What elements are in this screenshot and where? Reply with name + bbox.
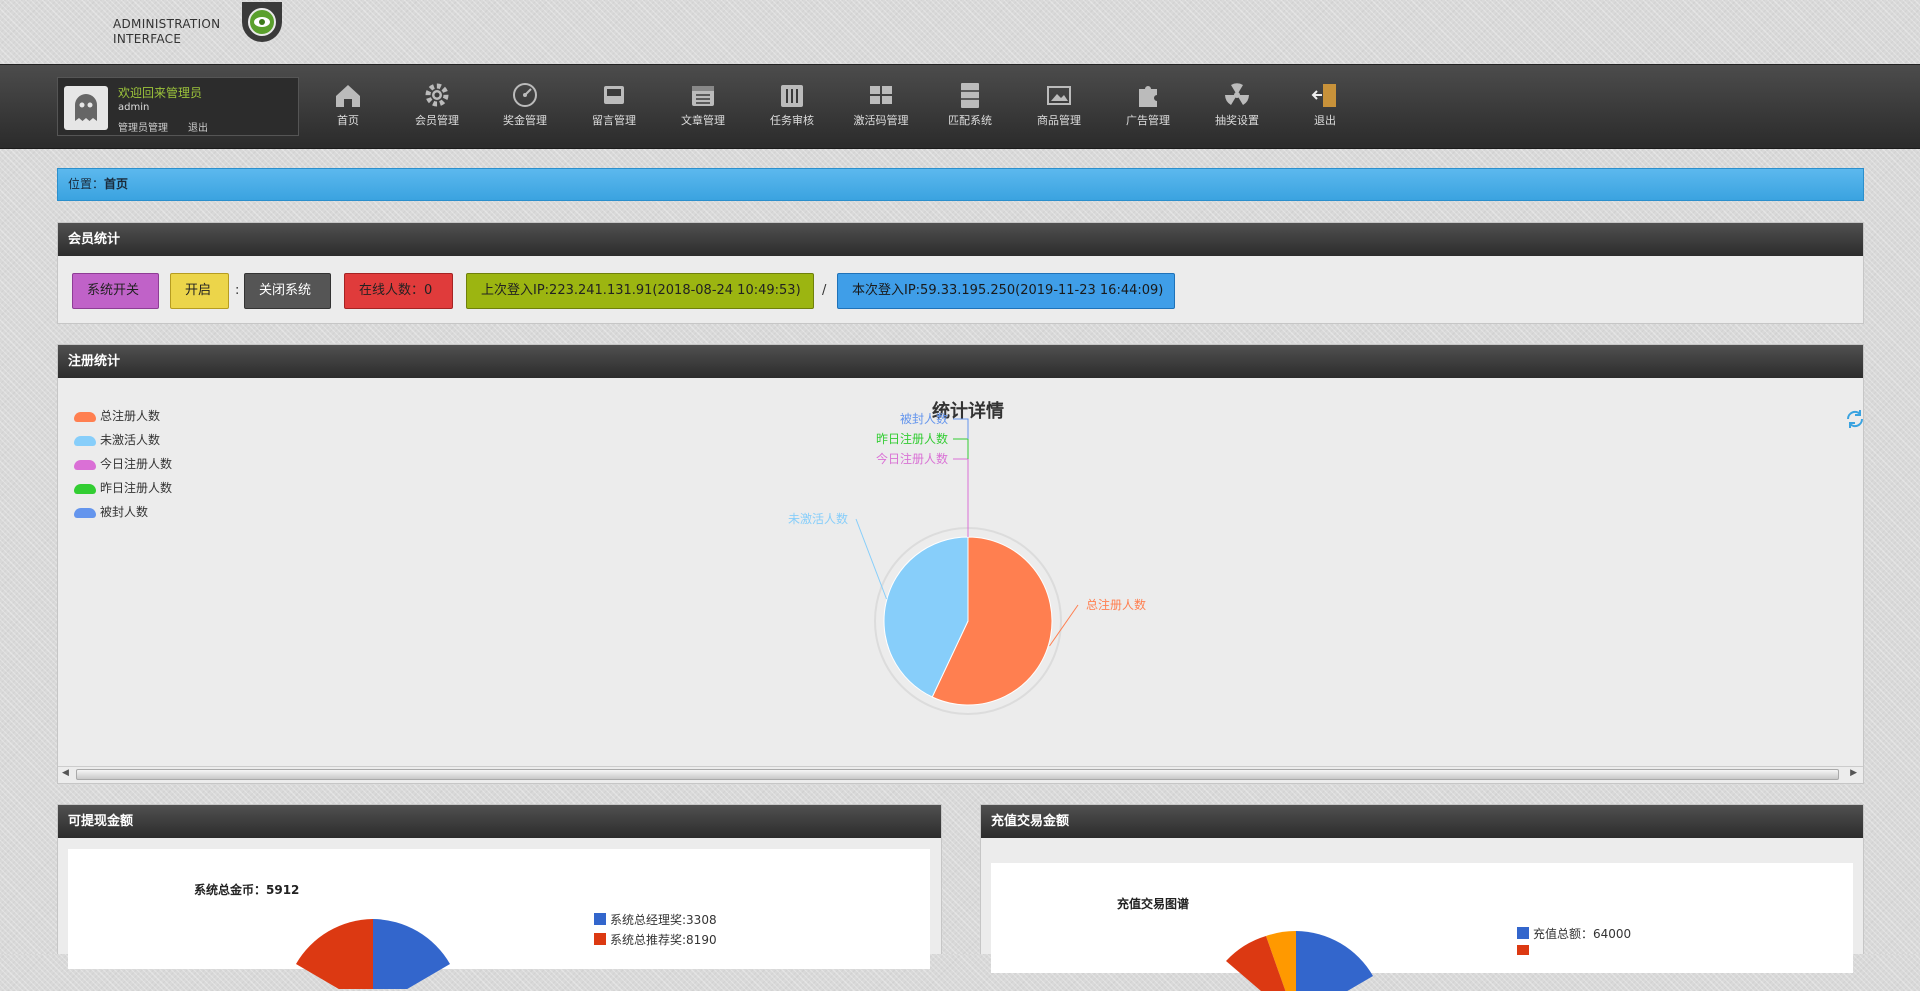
slice-label-0: 总注册人数 — [1086, 597, 1146, 612]
nav-item-2[interactable]: 奖金管理 — [481, 81, 569, 128]
last-login-badge: 上次登入IP:223.241.131.91(2018-08-24 10:49:5… — [466, 273, 814, 309]
brand-text: ADMINISTRATION INTERFACE — [113, 17, 220, 47]
grid-icon — [870, 86, 892, 104]
chart-title: 充值交易图谱 — [1117, 897, 1190, 911]
brand-line-1: ADMINISTRATION — [113, 17, 221, 31]
nav-item-label: 广告管理 — [1126, 114, 1170, 127]
username: admin — [118, 102, 150, 113]
gauge-icon — [513, 83, 537, 107]
nav-item-7[interactable]: 匹配系统 — [926, 81, 1014, 128]
online-count-badge: 在线人数：0 — [344, 273, 453, 309]
withdrawable-panel: 可提现金额 系统总金币：5912 系统总经理奖:3308 系统总推荐奖:8190 — [57, 804, 942, 989]
inbox-icon — [604, 86, 624, 104]
slash-separator: / — [822, 283, 827, 298]
nav-item-10[interactable]: 抽奖设置 — [1193, 81, 1281, 128]
nav-item-3[interactable]: 留言管理 — [570, 81, 658, 128]
nav-item-label: 会员管理 — [415, 114, 459, 127]
slice-label-4: 被封人数 — [900, 411, 948, 426]
nav-item-8[interactable]: 商品管理 — [1015, 81, 1103, 128]
legend-referral-award: 系统总推荐奖:8190 — [594, 931, 717, 948]
registration-stats-panel: 注册统计 总注册人数 未激活人数 今日注册人数 昨日注册人数 被封人数 统计详情 总注册人… — [57, 344, 1864, 784]
slice-label-3: 昨日注册人数 — [876, 431, 948, 446]
nav-item-label: 激活码管理 — [853, 114, 909, 127]
scroll-left-icon[interactable]: ◀ — [62, 768, 69, 778]
colon-separator: : — [235, 283, 240, 298]
nav-item-6[interactable]: 激活码管理 — [837, 81, 925, 128]
puzzle-icon — [1139, 86, 1157, 107]
nav-item-label: 文章管理 — [681, 114, 725, 127]
eye-logo-icon[interactable] — [242, 2, 282, 42]
exit-door-icon — [1311, 84, 1336, 107]
logout-link[interactable]: 退出 — [188, 119, 208, 134]
this-login-badge: 本次登入IP:59.33.195.250(2019-11-23 16:44:09… — [837, 273, 1175, 309]
gear-icon — [425, 83, 449, 107]
refresh-icon[interactable] — [1844, 408, 1866, 430]
label-line-2 — [953, 458, 969, 537]
horizontal-scrollbar[interactable]: ◀ ▶ — [58, 766, 1863, 783]
nav-item-4[interactable]: 文章管理 — [659, 81, 747, 128]
breadcrumb-current[interactable]: 首页 — [104, 177, 128, 191]
open-button[interactable]: 开启 — [170, 273, 229, 309]
brand-line-2: INTERFACE — [113, 32, 182, 46]
recharge-chart-area: 充值交易图谱 充值总额：64000 — [991, 863, 1853, 991]
registration-pie-chart: 统计详情总注册人数未激活人数今日注册人数昨日注册人数被封人数 — [788, 400, 1146, 715]
close-system-button[interactable]: 关闭系统 — [244, 273, 331, 309]
label-line-0 — [1049, 604, 1079, 647]
scrollbar-thumb[interactable] — [76, 769, 1839, 780]
panel-title: 注册统计 — [58, 345, 1863, 378]
label-line-1 — [855, 518, 887, 600]
breadcrumb-prefix: 位置： — [68, 177, 105, 191]
nav-item-label: 匹配系统 — [948, 114, 992, 127]
nav-item-label: 抽奖设置 — [1215, 114, 1259, 127]
nav-item-label: 留言管理 — [592, 114, 636, 127]
pie-slice-referral-award — [296, 919, 373, 989]
chart-title: 系统总金币：5912 — [194, 883, 300, 897]
nav-item-0[interactable]: 首页 — [304, 81, 392, 128]
member-stats-panel: 会员统计 系统开关 开启 : 关闭系统 在线人数：0 上次登入IP:223.24… — [57, 222, 1864, 324]
nav-item-label: 退出 — [1314, 114, 1336, 127]
slice-label-1: 未激活人数 — [788, 511, 848, 526]
panel-title: 会员统计 — [58, 223, 1863, 256]
breadcrumb: 位置：首页 — [57, 168, 1864, 201]
nav-item-9[interactable]: 广告管理 — [1104, 81, 1192, 128]
panel-title: 可提现金额 — [58, 805, 941, 838]
avatar — [64, 86, 108, 130]
top-bar: ADMINISTRATION INTERFACE — [0, 0, 1920, 64]
user-box: 欢迎回来管理员 admin 管理员管理 退出 — [57, 77, 299, 136]
radiation-icon — [1225, 83, 1249, 105]
pie-slice-manager-award — [373, 919, 450, 989]
legend-recharge-total: 充值总额：64000 — [1517, 925, 1631, 942]
slice-label-2: 今日注册人数 — [876, 451, 948, 466]
main-navbar: 欢迎回来管理员 admin 管理员管理 退出 首页 会员管理 奖金管理 留言管理 文章管… — [0, 64, 1920, 149]
legend-manager-award: 系统总经理奖:3308 — [594, 911, 717, 928]
home-icon — [336, 85, 360, 107]
nav-item-1[interactable]: 会员管理 — [393, 81, 481, 128]
system-switch-button[interactable]: 系统开关 — [72, 273, 159, 309]
welcome-text: 欢迎回来管理员 — [118, 86, 203, 100]
recharge-panel: 充值交易金额 充值交易图谱 充值总额：64000 — [980, 804, 1864, 991]
nav-item-label: 奖金管理 — [503, 114, 547, 127]
withdraw-chart-area: 系统总金币：5912 系统总经理奖:3308 系统总推荐奖:8190 — [68, 849, 930, 989]
sliders-icon — [781, 85, 803, 107]
nav-item-5[interactable]: 任务审核 — [748, 81, 836, 128]
panel-title: 充值交易金额 — [981, 805, 1863, 838]
recharge-pie-chart — [1226, 930, 1373, 991]
nav-item-11[interactable]: 退出 — [1281, 81, 1369, 128]
calendar-icon — [692, 86, 714, 106]
gold-pie-chart — [296, 919, 450, 989]
pie-slice-recharge-total — [1296, 931, 1373, 991]
nav-item-label: 首页 — [337, 114, 359, 127]
label-line-4 — [953, 418, 969, 439]
label-line-3 — [953, 438, 969, 459]
image-icon — [1047, 86, 1071, 105]
scroll-right-icon[interactable]: ▶ — [1850, 768, 1857, 778]
nav-item-label: 任务审核 — [770, 114, 814, 127]
nav-item-label: 商品管理 — [1037, 114, 1081, 127]
cabinet-icon — [961, 83, 979, 108]
admin-manage-link[interactable]: 管理员管理 — [118, 119, 168, 134]
